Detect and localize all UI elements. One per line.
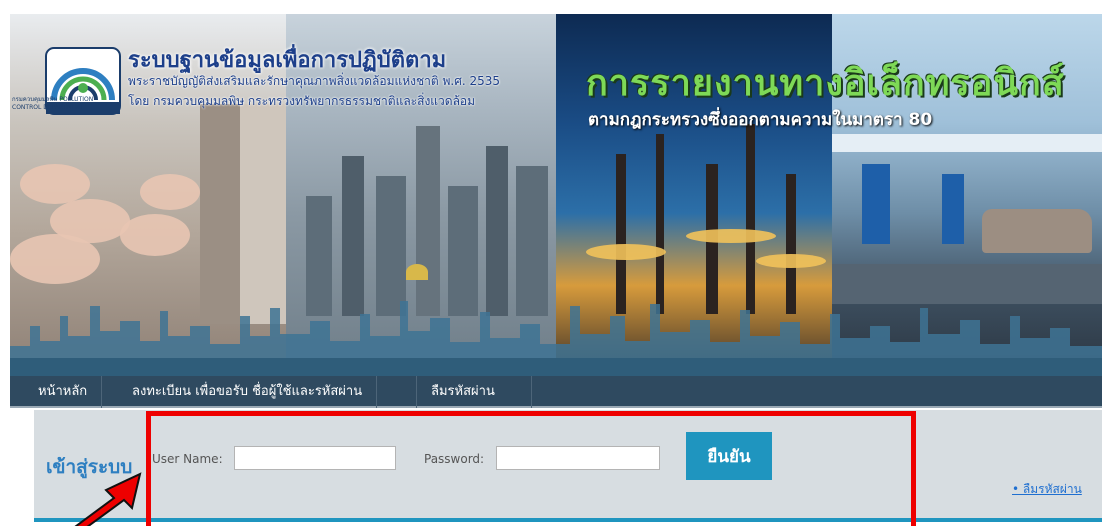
page-margin-top [0,0,1102,14]
red-arrow-icon [74,472,142,526]
header-banner: กรมควบคุมมลพิษ POLLUTION CONTROL DEPARTM… [10,14,1102,376]
banner-subheadline: ตามกฎกระทรวงซึ่งออกตามความในมาตรา 80 [588,110,933,130]
nav-register[interactable]: ลงทะเบียน เพื่อขอรับ ชื่อผู้ใช้และรหัสผ่… [118,376,378,408]
logo-caption: กรมควบคุมมลพิษ POLLUTION CONTROL DEPARTM… [12,96,94,111]
system-subtitle-dept: โดย กรมควบคุมมลพิษ กระทรวงทรัพยากรธรรมชา… [128,94,476,108]
main-navigation: หน้าหลัก ลงทะเบียน เพื่อขอรับ ชื่อผู้ใช้… [10,376,1102,408]
banner-headline: การรายงานทางอิเล็กทรอนิกส์ [586,63,1065,104]
page: กรมควบคุมมลพิษ POLLUTION CONTROL DEPARTM… [0,0,1102,526]
forgot-password-link[interactable]: • ลืมรหัสผ่าน [1012,480,1082,499]
nav-home[interactable]: หน้าหลัก [24,376,103,408]
page-margin-left [0,0,10,526]
city-skyline-silhouette [10,301,1102,376]
system-subtitle-act: พระราชบัญญัติส่งเสริมและรักษาคุณภาพสิ่งแ… [128,74,500,88]
annotation-highlight-box [146,411,916,526]
nav-forgot-password[interactable]: ลืมรหัสผ่าน [416,376,532,408]
